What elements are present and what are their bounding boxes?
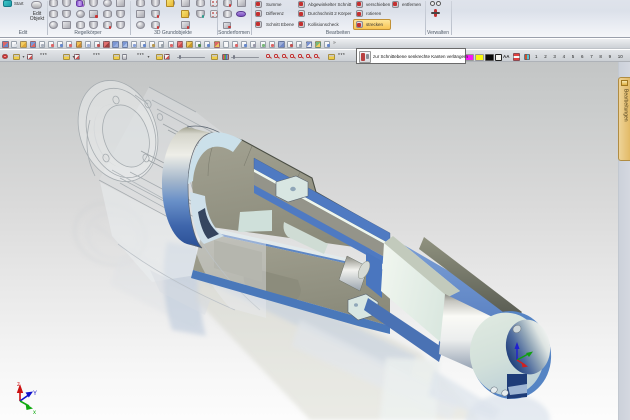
svg-text:z: z [17,382,20,388]
svg-text:x: x [33,410,36,416]
svg-text:Y: Y [33,391,37,397]
